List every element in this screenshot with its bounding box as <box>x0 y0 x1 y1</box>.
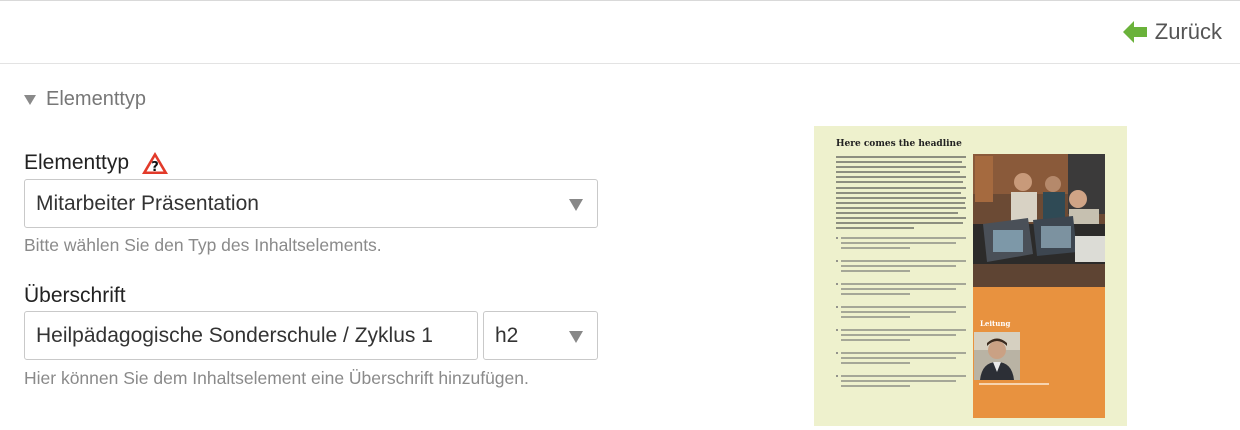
elementtyp-select[interactable]: Mitarbeiter Präsentation <box>24 179 598 228</box>
svg-text:?: ? <box>151 160 159 175</box>
chevron-down-icon <box>569 199 583 211</box>
back-label: Zurück <box>1154 19 1222 44</box>
elementtyp-select-value: Mitarbeiter Präsentation <box>36 191 259 215</box>
ueberschrift-label-text: Überschrift <box>24 284 126 307</box>
heading-input-value: Heilpädagogische Sonderschule / Zyklus 1 <box>36 323 433 347</box>
preview-headline: Here comes the headline <box>836 139 962 149</box>
preview-leitung-box: Leitung <box>973 287 1105 418</box>
chevron-down-icon <box>569 331 583 343</box>
heading-level-select[interactable]: h2 <box>483 311 598 360</box>
preview-bullet-list <box>836 237 966 398</box>
preview-avatar <box>974 332 1020 380</box>
section-toggle-elementtyp[interactable]: Elementtyp <box>24 88 146 111</box>
heading-level-value: h2 <box>495 323 519 347</box>
preview-avatar-caption <box>979 383 1049 385</box>
elementtyp-label: Elementtyp ? <box>24 151 169 175</box>
elementtyp-help: Bitte wählen Sie den Typ des Inhaltselem… <box>24 235 382 255</box>
collapse-triangle-icon <box>24 94 36 105</box>
heading-input[interactable]: Heilpädagogische Sonderschule / Zyklus 1 <box>24 311 478 360</box>
heading-help: Hier können Sie dem Inhaltselement eine … <box>24 368 529 388</box>
preview-body-text <box>836 156 966 232</box>
section-title: Elementtyp <box>46 88 147 110</box>
element-preview-thumbnail: Here comes the headline Leitung <box>814 126 1127 426</box>
back-button[interactable]: Zurück <box>1122 19 1222 45</box>
preview-team-photo <box>973 154 1105 287</box>
elementtyp-label-text: Elementtyp <box>24 151 130 174</box>
arrow-left-icon <box>1122 21 1147 43</box>
preview-leitung-label: Leitung <box>980 319 1011 328</box>
top-bar: Zurück <box>0 0 1240 64</box>
warning-help-icon[interactable]: ? <box>141 151 169 175</box>
ueberschrift-label: Überschrift <box>24 284 126 308</box>
